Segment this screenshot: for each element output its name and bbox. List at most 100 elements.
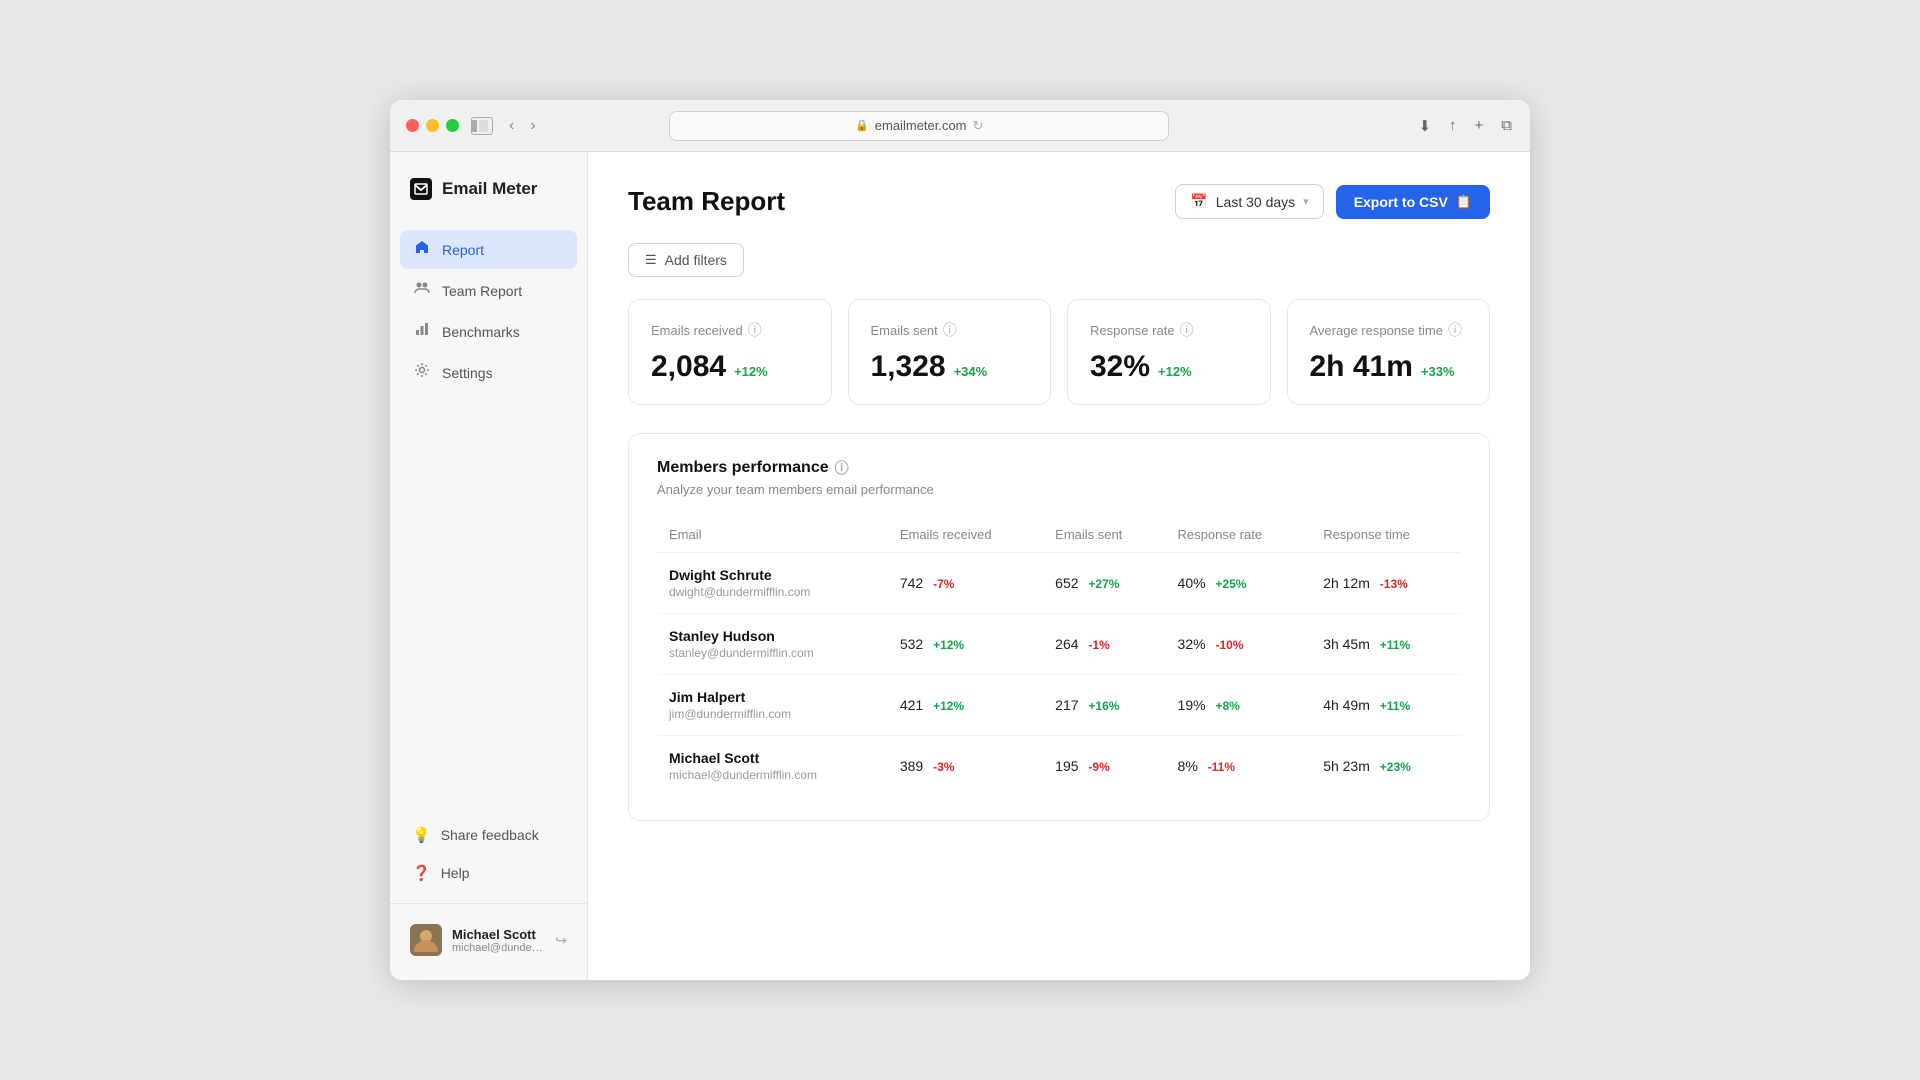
stat-label-response-rate: Response rate ⓘ bbox=[1090, 320, 1248, 340]
maximize-button[interactable] bbox=[446, 119, 459, 132]
tabs-icon[interactable]: ⧉ bbox=[1499, 115, 1514, 137]
sidebar-item-team-report[interactable]: Team Report bbox=[400, 271, 577, 310]
user-email: michael@dundermifflin.c... bbox=[452, 942, 545, 954]
member-email: stanley@dundermifflin.com bbox=[669, 646, 876, 660]
col-emails-sent: Emails sent bbox=[1043, 517, 1165, 553]
date-range-picker[interactable]: 📅 Last 30 days ▾ bbox=[1175, 184, 1323, 219]
sidebar-item-report[interactable]: Report bbox=[400, 230, 577, 269]
help-label: Help bbox=[441, 865, 470, 881]
close-button[interactable] bbox=[406, 119, 419, 132]
cell-response-rate-2: 19% +8% bbox=[1166, 675, 1312, 736]
cell-response-rate-1: 32% -10% bbox=[1166, 614, 1312, 675]
sidebar-item-settings[interactable]: Settings bbox=[400, 353, 577, 392]
sidebar-item-benchmarks[interactable]: Benchmarks bbox=[400, 312, 577, 351]
info-icon-3: ⓘ bbox=[1180, 320, 1194, 340]
user-section: Michael Scott michael@dundermifflin.c...… bbox=[390, 903, 587, 964]
performance-subtitle: Analyze your team members email performa… bbox=[657, 482, 1461, 497]
cell-emails-sent-0: 652 +27% bbox=[1043, 553, 1165, 614]
info-icon-2: ⓘ bbox=[943, 320, 957, 340]
info-icon-4: ⓘ bbox=[1448, 320, 1462, 340]
col-emails-received: Emails received bbox=[888, 517, 1043, 553]
member-email: jim@dundermifflin.com bbox=[669, 707, 876, 721]
cell-response-time-3: 5h 23m +23% bbox=[1311, 736, 1461, 797]
sidebar-item-team-report-label: Team Report bbox=[442, 283, 522, 299]
user-avatar bbox=[410, 924, 442, 956]
filter-icon: ☰ bbox=[645, 252, 657, 268]
export-icon: 📋 bbox=[1456, 194, 1472, 210]
forward-button[interactable]: › bbox=[526, 115, 539, 137]
col-email: Email bbox=[657, 517, 888, 553]
filters-bar: ☰ Add filters bbox=[628, 243, 1490, 277]
table-row[interactable]: Dwight Schrute dwight@dundermifflin.com … bbox=[657, 553, 1461, 614]
browser-window: ‹ › 🔒 emailmeter.com ↻ ⬇ ↑ + ⧉ Email Met bbox=[390, 100, 1530, 980]
user-info[interactable]: Michael Scott michael@dundermifflin.c...… bbox=[400, 916, 577, 964]
page-header: Team Report 📅 Last 30 days ▾ Export to C… bbox=[628, 184, 1490, 219]
cell-emails-received-1: 532 +12% bbox=[888, 614, 1043, 675]
reload-icon[interactable]: ↻ bbox=[973, 118, 984, 134]
member-email: michael@dundermifflin.com bbox=[669, 768, 876, 782]
stat-change-emails-received: +12% bbox=[734, 364, 768, 379]
address-bar[interactable]: 🔒 emailmeter.com ↻ bbox=[669, 111, 1169, 141]
col-response-time: Response time bbox=[1311, 517, 1461, 553]
team-icon bbox=[412, 280, 432, 301]
share-icon[interactable]: ↑ bbox=[1447, 115, 1459, 137]
share-feedback-item[interactable]: 💡 Share feedback bbox=[400, 817, 577, 853]
lightbulb-icon: 💡 bbox=[412, 826, 431, 844]
performance-header: Members performance ⓘ Analyze your team … bbox=[657, 458, 1461, 497]
member-name: Michael Scott bbox=[669, 750, 876, 766]
new-tab-icon[interactable]: + bbox=[1473, 115, 1486, 137]
download-icon[interactable]: ⬇ bbox=[1416, 115, 1433, 137]
back-button[interactable]: ‹ bbox=[505, 115, 518, 137]
stat-value-emails-received: 2,084 +12% bbox=[651, 350, 809, 384]
cell-response-rate-0: 40% +25% bbox=[1166, 553, 1312, 614]
stat-value-avg-response-time: 2h 41m +33% bbox=[1310, 350, 1468, 384]
add-filters-button[interactable]: ☰ Add filters bbox=[628, 243, 744, 277]
stat-label-emails-sent: Emails sent ⓘ bbox=[871, 320, 1029, 340]
stat-change-response-rate: +12% bbox=[1158, 364, 1192, 379]
user-name: Michael Scott bbox=[452, 927, 545, 942]
sidebar-nav: Report Team Report bbox=[390, 230, 587, 817]
member-name: Jim Halpert bbox=[669, 689, 876, 705]
cell-emails-sent-3: 195 -9% bbox=[1043, 736, 1165, 797]
home-icon bbox=[412, 239, 432, 260]
performance-table: Email Emails received Emails sent Respon… bbox=[657, 517, 1461, 796]
stat-value-response-rate: 32% +12% bbox=[1090, 350, 1248, 384]
logout-icon[interactable]: ↪ bbox=[555, 932, 567, 949]
sidebar-toggle-button[interactable] bbox=[471, 117, 493, 135]
member-name: Stanley Hudson bbox=[669, 628, 876, 644]
cell-response-time-0: 2h 12m -13% bbox=[1311, 553, 1461, 614]
minimize-button[interactable] bbox=[426, 119, 439, 132]
stat-card-response-rate: Response rate ⓘ 32% +12% bbox=[1067, 299, 1271, 405]
calendar-icon: 📅 bbox=[1190, 193, 1207, 210]
sidebar-bottom: 💡 Share feedback ❓ Help bbox=[390, 817, 587, 903]
browser-actions: ⬇ ↑ + ⧉ bbox=[1416, 115, 1514, 137]
cell-response-time-2: 4h 49m +11% bbox=[1311, 675, 1461, 736]
header-controls: 📅 Last 30 days ▾ Export to CSV 📋 bbox=[1175, 184, 1490, 219]
help-icon: ❓ bbox=[412, 864, 431, 882]
logo-icon bbox=[408, 176, 434, 202]
table-row[interactable]: Michael Scott michael@dundermifflin.com … bbox=[657, 736, 1461, 797]
stat-change-avg-response-time: +33% bbox=[1421, 364, 1455, 379]
settings-icon bbox=[412, 362, 432, 383]
sidebar-item-report-label: Report bbox=[442, 242, 484, 258]
lock-icon: 🔒 bbox=[855, 119, 869, 132]
share-feedback-label: Share feedback bbox=[441, 827, 539, 843]
user-text: Michael Scott michael@dundermifflin.c... bbox=[452, 927, 545, 954]
cell-emails-received-2: 421 +12% bbox=[888, 675, 1043, 736]
cell-emails-sent-1: 264 -1% bbox=[1043, 614, 1165, 675]
export-label: Export to CSV bbox=[1354, 194, 1448, 210]
export-csv-button[interactable]: Export to CSV 📋 bbox=[1336, 185, 1490, 219]
stat-label-avg-response-time: Average response time ⓘ bbox=[1310, 320, 1468, 340]
help-item[interactable]: ❓ Help bbox=[400, 855, 577, 891]
performance-title: Members performance ⓘ bbox=[657, 458, 1461, 478]
info-icon: ⓘ bbox=[748, 320, 762, 340]
browser-chrome: ‹ › 🔒 emailmeter.com ↻ ⬇ ↑ + ⧉ bbox=[390, 100, 1530, 152]
table-row[interactable]: Stanley Hudson stanley@dundermifflin.com… bbox=[657, 614, 1461, 675]
stats-grid: Emails received ⓘ 2,084 +12% Emails sent… bbox=[628, 299, 1490, 405]
table-row[interactable]: Jim Halpert jim@dundermifflin.com 421 +1… bbox=[657, 675, 1461, 736]
date-range-label: Last 30 days bbox=[1216, 194, 1295, 210]
stat-value-emails-sent: 1,328 +34% bbox=[871, 350, 1029, 384]
chevron-down-icon: ▾ bbox=[1303, 195, 1309, 208]
cell-emails-sent-2: 217 +16% bbox=[1043, 675, 1165, 736]
sidebar: Email Meter Report bbox=[390, 152, 588, 980]
